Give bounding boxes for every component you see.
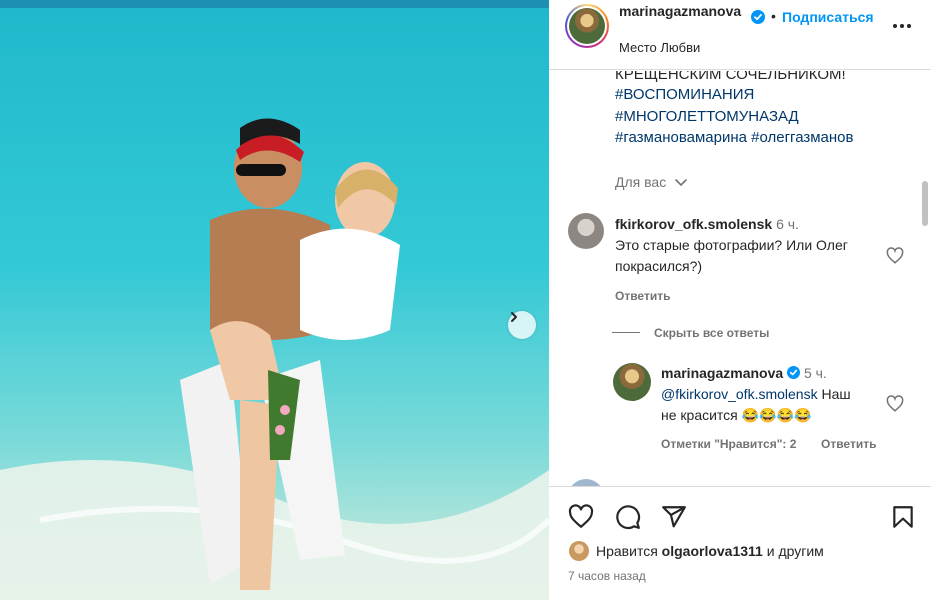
follow-button[interactable]: Подписаться xyxy=(782,9,874,25)
for-you-filter[interactable]: Для вас xyxy=(615,174,688,190)
hashtag-link[interactable]: #ВОСПОМИНАНИЯ xyxy=(615,85,754,105)
likes-suffix[interactable]: и другим xyxy=(763,543,824,559)
next-photo-button[interactable] xyxy=(508,311,536,339)
likes-summary[interactable]: Нравится olgaorlova1311 и другим xyxy=(596,543,824,559)
caption-text: КРЕЩЕНСКИМ СОЧЕЛЬНИКОМ! xyxy=(615,71,846,83)
post-actions: Нравится olgaorlova1311 и другим 7 часов… xyxy=(549,486,931,600)
commenter-avatar[interactable] xyxy=(568,479,604,486)
bookmark-icon[interactable] xyxy=(890,504,916,530)
reply-header: marinagazmanova 5 ч. xyxy=(661,363,827,384)
hide-replies-button[interactable]: Скрыть все ответы xyxy=(654,326,769,340)
commenter-avatar[interactable] xyxy=(568,213,604,249)
comment-time[interactable]: 6 ч. xyxy=(776,216,799,232)
reply-button[interactable]: Ответить xyxy=(615,289,670,303)
comment-header: fkirkorov_ofk.smolensk 6 ч. xyxy=(615,214,799,235)
post-side-panel: marinagazmanova • Подписаться Место Любв… xyxy=(549,0,931,600)
commenter-username[interactable]: fkirkorov_ofk.smolensk xyxy=(615,216,772,232)
scrollbar-thumb[interactable] xyxy=(922,181,928,226)
for-you-label: Для вас xyxy=(615,174,667,190)
post-header: marinagazmanova • Подписаться Место Любв… xyxy=(549,0,931,70)
share-icon[interactable] xyxy=(661,504,687,530)
comment-text-line: Это старые фотографии? Или Олег xyxy=(615,237,848,253)
beach-photo xyxy=(0,0,549,600)
reply-time[interactable]: 5 ч. xyxy=(804,365,827,381)
author-avatar[interactable] xyxy=(565,4,609,48)
heart-icon[interactable] xyxy=(568,504,594,530)
reply-username[interactable]: marinagazmanova xyxy=(661,365,783,381)
verified-icon xyxy=(751,10,765,24)
post-location[interactable]: Место Любви xyxy=(619,40,700,55)
reply-likes-count[interactable]: Отметки "Нравится": 2 xyxy=(661,437,796,451)
comments-scroll[interactable]: КРЕЩЕНСКИМ СОЧЕЛЬНИКОМ! #ВОСПОМИНАНИЯ #М… xyxy=(549,71,931,486)
comment-heart-icon[interactable] xyxy=(886,247,904,265)
likes-prefix: Нравится xyxy=(596,543,662,559)
more-icon[interactable] xyxy=(890,14,914,38)
reply-mention[interactable]: @fkirkorov_ofk.smolensk xyxy=(661,386,818,402)
liker-avatar[interactable] xyxy=(569,541,589,561)
chevron-down-icon xyxy=(675,179,687,187)
hashtag-link[interactable]: #МНОГОЛЕТТОМУНАЗАД xyxy=(615,107,799,127)
post-time[interactable]: 7 часов назад xyxy=(568,569,646,583)
reply-text: Наш xyxy=(817,386,851,402)
separator-dot: • xyxy=(771,8,776,24)
reply-button[interactable]: Ответить xyxy=(821,437,876,451)
author-username[interactable]: marinagazmanova xyxy=(619,2,749,20)
reply-avatar[interactable] xyxy=(613,363,651,401)
post-photo xyxy=(0,0,549,600)
chevron-right-icon xyxy=(511,312,517,322)
reply-text-line: не красится 😂😂😂😂 xyxy=(661,407,812,423)
liker-username[interactable]: olgaorlova1311 xyxy=(662,543,763,559)
verified-icon xyxy=(787,366,801,379)
comment-text-line: покрасился?) xyxy=(615,258,703,274)
reply-heart-icon[interactable] xyxy=(886,395,904,413)
replies-divider xyxy=(612,332,640,333)
hashtag-link[interactable]: #газмановамарина #олеггазманов xyxy=(615,128,854,148)
comment-icon[interactable] xyxy=(615,504,641,530)
reply-text-line: @fkirkorov_ofk.smolensk Наш xyxy=(661,384,851,405)
